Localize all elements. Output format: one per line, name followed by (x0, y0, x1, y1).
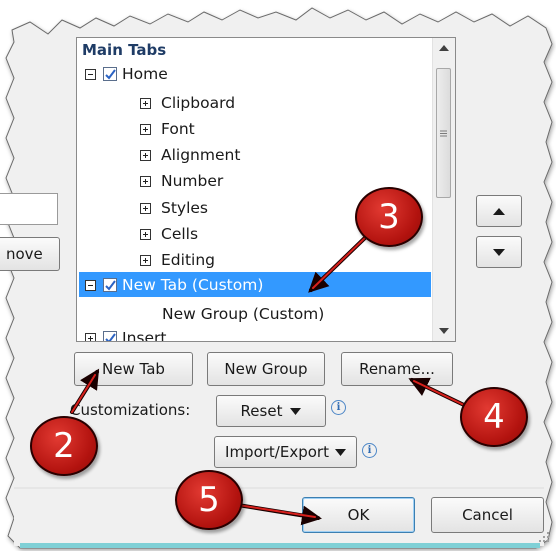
tree-item-number[interactable]: Number (140, 169, 223, 193)
grip-icon (440, 130, 447, 136)
triangle-down-icon (334, 448, 346, 456)
tree-item-label: Home (122, 65, 168, 83)
import-export-dropdown-button[interactable]: Import/Export (214, 436, 357, 468)
checkbox-insert[interactable] (103, 331, 117, 341)
tree-item-editing[interactable]: Editing (140, 248, 215, 272)
tree-item-clipboard[interactable]: Clipboard (140, 91, 235, 115)
tree-scrollbar[interactable] (432, 38, 455, 341)
tree-item-label: New Tab (Custom) (122, 276, 264, 294)
tree-item-styles[interactable]: Styles (140, 196, 208, 220)
import-export-info-icon[interactable]: i (362, 443, 377, 458)
tree-header: Main Tabs (82, 41, 167, 59)
expand-icon[interactable] (140, 202, 151, 214)
expand-icon[interactable] (140, 149, 151, 161)
expand-icon[interactable] (140, 254, 151, 266)
checkbox-new-tab[interactable] (103, 278, 117, 292)
tree-item-alignment[interactable]: Alignment (140, 143, 240, 167)
scroll-thumb[interactable] (436, 68, 451, 198)
tree-item-label: Clipboard (161, 94, 236, 112)
resize-grip-icon[interactable] (538, 532, 550, 544)
new-group-button-label: New Group (224, 360, 308, 378)
ok-button-label: OK (347, 506, 370, 524)
ok-button[interactable]: OK (302, 497, 415, 533)
dialog-excerpt: nove Main Tabs Home Clipboard Font Align… (0, 0, 556, 551)
triangle-down-icon (493, 248, 505, 256)
scroll-down-button[interactable] (433, 321, 455, 341)
scroll-up-button[interactable] (433, 38, 455, 58)
checkmark-icon (104, 332, 116, 341)
callout-badge-4: 4 (460, 387, 528, 447)
callout-badge-3: 3 (355, 187, 423, 247)
new-tab-button-label: New Tab (102, 360, 165, 378)
checkmark-icon (104, 68, 116, 80)
tree-item-label: Number (161, 172, 224, 190)
tree-item-label: Font (161, 120, 195, 138)
reset-dropdown-button[interactable]: Reset (216, 395, 326, 427)
move-up-button[interactable] (476, 195, 522, 227)
import-export-button-label: Import/Export (225, 443, 329, 461)
triangle-down-icon (290, 407, 302, 415)
callout-number: 4 (483, 397, 505, 437)
checkmark-icon (104, 279, 116, 291)
move-down-button[interactable] (476, 236, 522, 268)
rename-button[interactable]: Rename... (341, 352, 453, 386)
tree-item-label: New Group (Custom) (162, 305, 325, 323)
customizations-label: Customizations: (70, 401, 191, 419)
callout-number: 5 (198, 480, 220, 520)
rename-button-label: Rename... (359, 360, 435, 378)
tree-item-label: Insert (122, 329, 167, 342)
new-tab-button[interactable]: New Tab (74, 352, 193, 386)
expand-icon[interactable] (140, 175, 151, 187)
triangle-up-icon (493, 207, 505, 215)
tree-item-font[interactable]: Font (140, 117, 195, 141)
callout-badge-5: 5 (175, 470, 243, 530)
tree-item-label: Styles (161, 199, 209, 217)
callout-number: 3 (378, 197, 400, 237)
tree-item-insert[interactable]: Insert (85, 326, 167, 342)
expand-icon[interactable] (140, 97, 151, 109)
checkbox-home[interactable] (103, 67, 117, 81)
tree-item-label: Editing (161, 251, 215, 269)
collapse-icon[interactable] (85, 279, 96, 291)
cancel-button[interactable]: Cancel (431, 497, 544, 533)
tree-item-home[interactable]: Home (85, 62, 168, 86)
tree-item-label: Cells (161, 225, 199, 243)
callout-number: 2 (53, 426, 75, 466)
expand-icon[interactable] (85, 332, 96, 341)
tree-item-new-tab[interactable]: New Tab (Custom) (85, 273, 263, 297)
cancel-button-label: Cancel (462, 506, 513, 524)
tree-item-new-group[interactable]: New Group (Custom) (162, 302, 324, 326)
reset-button-label: Reset (240, 402, 283, 420)
callout-badge-2: 2 (30, 416, 98, 476)
tree-item-label: Alignment (161, 146, 241, 164)
expand-icon[interactable] (140, 123, 151, 135)
collapse-icon[interactable] (85, 68, 96, 80)
tree-item-cells[interactable]: Cells (140, 222, 198, 246)
triangle-up-icon (439, 45, 449, 51)
left-partial-input[interactable] (0, 193, 58, 225)
reset-info-icon[interactable]: i (331, 400, 346, 415)
remove-button-label: nove (6, 245, 43, 263)
expand-icon[interactable] (140, 228, 151, 240)
remove-button[interactable]: nove (0, 237, 60, 271)
new-group-button[interactable]: New Group (207, 352, 325, 386)
triangle-down-icon (439, 328, 449, 334)
